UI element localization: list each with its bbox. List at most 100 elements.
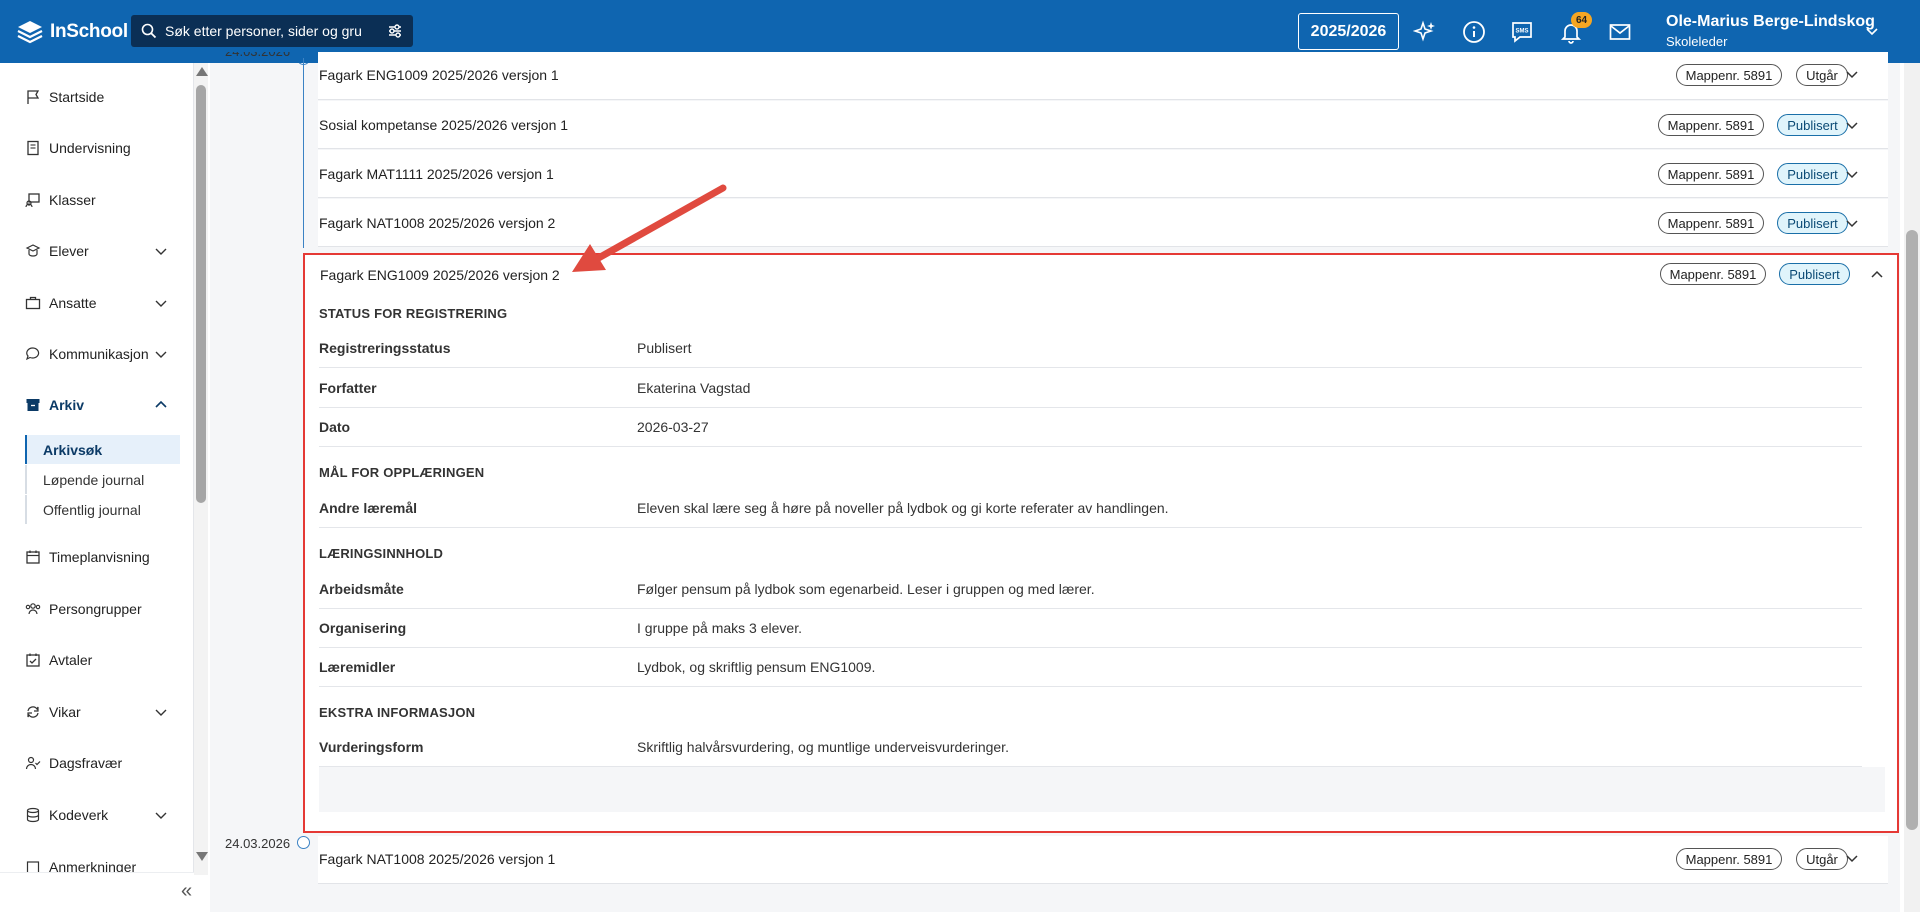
mail-icon[interactable]: [1608, 20, 1632, 44]
chevron-down-icon: [155, 709, 167, 716]
search-icon: [141, 23, 157, 39]
sidebar-item-label: Kodeverk: [49, 807, 109, 823]
sidebar-item-persongrupper[interactable]: Persongrupper: [0, 594, 194, 624]
timeline-date-top: 24.03.2026: [225, 52, 290, 60]
expanded-footer-area: [319, 767, 1885, 812]
section-header: STATUS FOR REGISTRERING: [319, 306, 508, 321]
expanded-record-header[interactable]: Fagark ENG1009 2025/2026 versjon 2 Mappe…: [319, 255, 1885, 297]
logo-icon: [17, 21, 43, 44]
search-input[interactable]: [165, 23, 379, 39]
row-title: Fagark NAT1008 2025/2026 versjon 2: [319, 214, 556, 231]
field-value: Skriftlig halvårsvurdering, og muntlige …: [637, 739, 1009, 755]
chevron-up-icon: [155, 400, 167, 408]
field-row: Dato 2026-03-27: [319, 407, 1862, 447]
folder-number-chip: Mappenr. 5891: [1676, 848, 1782, 870]
field-row: Registreringsstatus Publisert: [319, 328, 1862, 368]
chat-bubble-icon: [24, 346, 41, 363]
field-label: Dato: [319, 419, 351, 435]
sidebar-item-label: Avtaler: [49, 652, 93, 668]
sidebar-item-timeplanvisning[interactable]: Timeplanvisning: [0, 542, 194, 572]
sidebar-item-label: Anmerkninger: [49, 859, 137, 872]
sidebar-footer: [0, 872, 194, 912]
chevron-down-icon[interactable]: [1844, 66, 1860, 82]
folder-number-chip: Mappenr. 5891: [1658, 114, 1764, 136]
status-badge: Publisert: [1777, 163, 1848, 185]
sidebar: Startside Undervisning Klasser Elever An…: [0, 63, 194, 912]
collapse-sidebar-icon[interactable]: «: [181, 880, 192, 903]
notification-count-badge: 64: [1571, 12, 1592, 28]
sidebar-item-elever[interactable]: Elever: [0, 236, 194, 266]
user-menu[interactable]: Ole-Marius Berge-Lindskog Skoleleder: [1666, 13, 1875, 49]
archive-row[interactable]: Fagark NAT1008 2025/2026 versjon 1 Mappe…: [318, 836, 1888, 884]
sidebar-item-vikar[interactable]: Vikar: [0, 697, 194, 727]
sidebar-item-kodeverk[interactable]: Kodeverk: [0, 800, 194, 830]
sidebar-item-startside[interactable]: Startside: [0, 82, 194, 112]
chevron-down-icon[interactable]: [1864, 23, 1880, 39]
sidebar-scrollbar-thumb[interactable]: [196, 85, 206, 503]
field-label: Vurderingsform: [319, 739, 424, 755]
sidebar-item-avtaler[interactable]: Avtaler: [0, 645, 194, 675]
user-name: Ole-Marius Berge-Lindskog: [1666, 13, 1875, 30]
sidebar-item-undervisning[interactable]: Undervisning: [0, 133, 194, 163]
sidebar-subitem-arkivsok[interactable]: Arkivsøk: [25, 435, 180, 464]
field-value: I gruppe på maks 3 elever.: [637, 620, 802, 636]
field-value: Ekaterina Vagstad: [637, 380, 751, 396]
sidebar-item-anmerkninger[interactable]: Anmerkninger: [0, 850, 194, 872]
row-title: Fagark MAT1111 2025/2026 versjon 1: [319, 165, 554, 182]
archive-row[interactable]: Fagark MAT1111 2025/2026 versjon 1 Mappe…: [318, 150, 1888, 198]
field-label: Registreringsstatus: [319, 340, 451, 356]
field-value: Lydbok, og skriftlig pensum ENG1009.: [637, 659, 876, 675]
swap-arrows-icon: [24, 704, 41, 721]
archive-row[interactable]: Fagark ENG1009 2025/2026 versjon 1 Mappe…: [318, 52, 1888, 100]
sidebar-item-label: Timeplanvisning: [49, 549, 150, 565]
row-title: Fagark ENG1009 2025/2026 versjon 2: [320, 267, 560, 283]
scroll-down-arrow-icon[interactable]: [196, 852, 208, 861]
chevron-down-icon: [155, 351, 167, 358]
ai-sparkle-icon[interactable]: [1413, 20, 1437, 44]
sms-icon[interactable]: SMS: [1510, 20, 1534, 44]
note-icon: [24, 859, 41, 872]
field-value: Publisert: [637, 340, 692, 356]
sidebar-item-klasser[interactable]: Klasser: [0, 185, 194, 215]
field-row: Andre læremål Eleven skal lære seg å hør…: [319, 488, 1862, 528]
row-title: Fagark NAT1008 2025/2026 versjon 1: [319, 850, 556, 867]
chevron-down-icon[interactable]: [1844, 850, 1860, 866]
sidebar-item-dagsfravaer[interactable]: Dagsfravær: [0, 748, 194, 778]
archive-row[interactable]: Sosial kompetanse 2025/2026 versjon 1 Ma…: [318, 101, 1888, 149]
database-icon: [24, 807, 41, 824]
user-role: Skoleleder: [1666, 34, 1728, 49]
field-value: Eleven skal lære seg å høre på noveller …: [637, 500, 1169, 516]
chevron-down-icon[interactable]: [1844, 117, 1860, 133]
timeline-date: 24.03.2026: [225, 836, 291, 851]
field-value: Følger pensum på lydbok som egenarbeid. …: [637, 581, 1095, 597]
chevron-down-icon[interactable]: [1844, 215, 1860, 231]
school-year-button[interactable]: 2025/2026: [1298, 13, 1399, 50]
row-title: Fagark ENG1009 2025/2026 versjon 1: [319, 66, 559, 83]
sidebar-item-ansatte[interactable]: Ansatte: [0, 288, 194, 318]
sidebar-item-kommunikasjon[interactable]: Kommunikasjon: [0, 339, 194, 369]
global-search[interactable]: [131, 15, 413, 47]
timeline-dot: [297, 836, 310, 849]
scroll-up-arrow-icon[interactable]: [196, 67, 208, 76]
people-group-icon: [24, 601, 41, 618]
archive-row[interactable]: Fagark NAT1008 2025/2026 versjon 2 Mappe…: [318, 199, 1888, 247]
sidebar-subitem-offentlig-journal[interactable]: Offentlig journal: [25, 495, 180, 524]
annotation-arrow: [572, 184, 727, 272]
filter-sliders-icon[interactable]: [387, 23, 403, 39]
app-logo[interactable]: InSchool: [16, 18, 128, 46]
status-badge: Utgår: [1796, 848, 1848, 870]
sidebar-item-label: Arkiv: [49, 397, 85, 413]
info-icon[interactable]: [1462, 20, 1486, 44]
field-value: 2026-03-27: [637, 419, 709, 435]
status-badge: Publisert: [1777, 114, 1848, 136]
chevron-down-icon[interactable]: [1844, 166, 1860, 182]
sidebar-subitem-lopende-journal[interactable]: Løpende journal: [25, 465, 180, 494]
chevron-up-icon[interactable]: [1869, 267, 1885, 283]
field-label: Læremidler: [319, 659, 396, 675]
sidebar-item-arkiv[interactable]: Arkiv: [0, 390, 194, 420]
briefcase-icon: [24, 295, 41, 312]
folder-number-chip: Mappenr. 5891: [1658, 163, 1764, 185]
presentation-icon: [24, 192, 41, 209]
main-scrollbar-thumb[interactable]: [1906, 230, 1918, 830]
person-check-icon: [24, 755, 41, 772]
